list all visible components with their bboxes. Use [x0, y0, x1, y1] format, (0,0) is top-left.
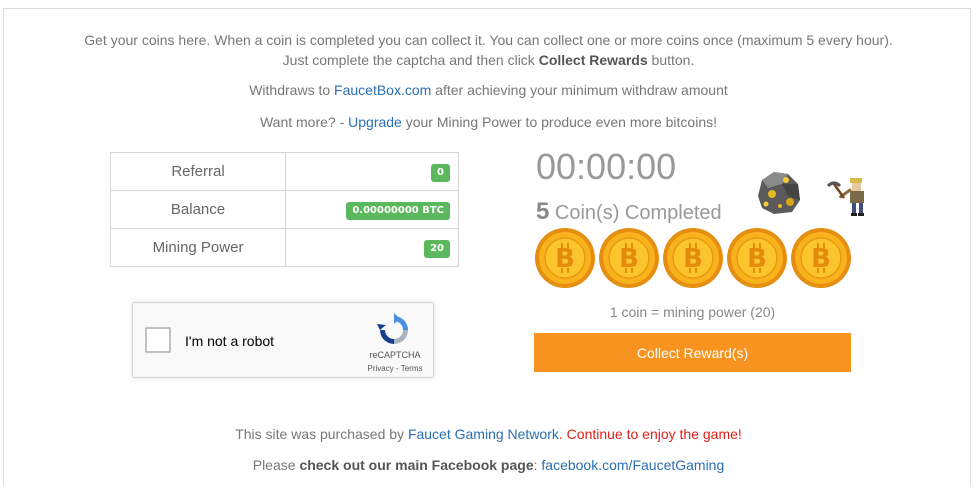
svg-text:B: B: [747, 244, 767, 274]
collect-rewards-button[interactable]: Collect Reward(s): [534, 333, 851, 372]
recaptcha-logo-icon: [377, 313, 408, 344]
upgrade-text: Want more? - Upgrade your Mining Power t…: [0, 114, 977, 130]
recaptcha-widget: I'm not a robot reCAPTCHA Privacy - Term…: [132, 302, 434, 378]
balance-badge: 0.00000000 BTC: [346, 201, 450, 220]
bitcoin-coin-icon: B: [791, 228, 851, 288]
upgrade-post: your Mining Power to produce even more b…: [401, 114, 718, 130]
svg-text:B: B: [683, 244, 703, 274]
coins-completed: 5 Coin(s) Completed: [536, 198, 722, 226]
bitcoin-coin-icon: B: [599, 228, 659, 288]
withdraw-post: after achieving your minimum withdraw am…: [431, 82, 728, 98]
mining-timer: 00:00:00: [536, 146, 677, 187]
stats-row-mining-power: Mining Power 20: [110, 228, 459, 267]
referral-label: Referral: [110, 152, 286, 191]
upgrade-pre: Want more? -: [259, 114, 349, 130]
intro-line-1: Get your coins here. When a coin is comp…: [84, 32, 893, 48]
svg-text:B: B: [619, 244, 639, 274]
intro-line-2: Just complete the captcha and then click…: [0, 50, 977, 70]
facebook-page-link[interactable]: facebook.com/FaucetGaming: [541, 457, 724, 473]
recaptcha-privacy-terms[interactable]: Privacy - Terms: [355, 364, 435, 373]
coin-rate-text: 1 coin = mining power (20): [609, 304, 776, 320]
miner-icon: [826, 178, 864, 216]
recaptcha-checkbox[interactable]: [145, 327, 171, 353]
recaptcha-brand: reCAPTCHA: [369, 350, 421, 360]
stats-row-balance: Balance 0.00000000 BTC: [110, 190, 459, 229]
recaptcha-label: I'm not a robot: [185, 333, 275, 349]
upgrade-link[interactable]: Upgrade: [348, 114, 402, 130]
intro-line-2-post: button.: [647, 52, 695, 68]
footer-facebook-emphasis: check out our main Facebook page: [299, 457, 534, 473]
completed-text: Coin(s) Completed: [554, 202, 722, 224]
withdraw-text: Withdraws to FaucetBox.com after achievi…: [0, 82, 977, 98]
balance-label: Balance: [110, 190, 286, 229]
mining-power-label: Mining Power: [110, 228, 286, 267]
stats-table: Referral 0 Balance 0.00000000 BTC Mining…: [110, 152, 459, 267]
stats-row-referral: Referral 0: [110, 152, 459, 191]
intro-collect-emphasis: Collect Rewards: [538, 52, 648, 68]
coins-row: BBBBB: [534, 227, 864, 291]
bitcoin-coin-icon: B: [727, 228, 787, 288]
footer-continue-text: . Continue to enjoy the game!: [558, 426, 742, 442]
withdraw-pre: Withdraws to: [249, 82, 335, 98]
faucet-gaming-network-link[interactable]: Faucet Gaming Network: [408, 426, 559, 442]
referral-badge: 0: [431, 163, 450, 182]
completed-count: 5: [536, 198, 550, 225]
bitcoin-coin-icon: B: [663, 228, 723, 288]
svg-text:B: B: [811, 244, 831, 274]
intro-line-2-pre: Just complete the captcha and then click: [282, 52, 539, 68]
footer-purchase-pre: This site was purchased by: [235, 426, 408, 442]
intro-text: Get your coins here. When a coin is comp…: [0, 30, 977, 70]
mining-power-badge: 20: [424, 239, 450, 258]
bitcoin-coin-icon: B: [535, 228, 595, 288]
svg-text:B: B: [555, 244, 575, 274]
gold-ore-icon: [758, 172, 800, 214]
footer-facebook-text: Please check out our main Facebook page:…: [0, 457, 977, 473]
footer-facebook-pre: Please: [252, 457, 300, 473]
footer-purchase-text: This site was purchased by Faucet Gaming…: [0, 426, 977, 442]
faucetbox-link[interactable]: FaucetBox.com: [334, 82, 431, 98]
